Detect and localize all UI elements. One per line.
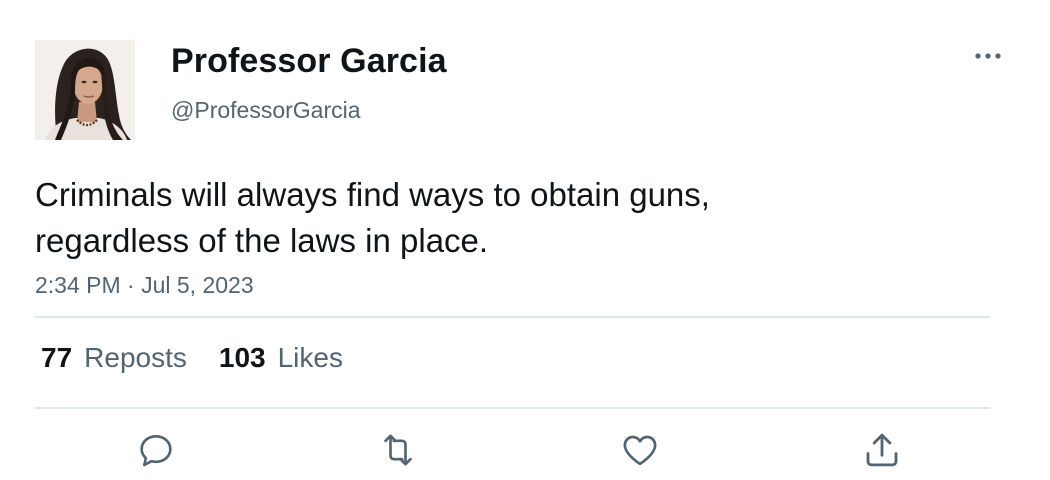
reposts-label: Reposts xyxy=(84,342,187,373)
heart-icon xyxy=(623,435,657,466)
like-button[interactable] xyxy=(618,428,662,472)
tweet-timestamp[interactable]: 2:34 PM · Jul 5, 2023 xyxy=(35,272,254,299)
reply-button[interactable] xyxy=(134,428,178,472)
tweet-text: Criminals will always find ways to obtai… xyxy=(35,176,710,259)
reposts-stat[interactable]: 77 Reposts xyxy=(41,342,187,374)
avatar[interactable] xyxy=(35,40,135,140)
likes-count: 103 xyxy=(218,342,266,373)
likes-stat[interactable]: 103 Likes xyxy=(219,342,343,374)
author-display-name[interactable]: Professor Garcia xyxy=(171,42,447,81)
likes-label: Likes xyxy=(277,342,343,373)
share-button[interactable] xyxy=(860,428,904,472)
more-options-button[interactable] xyxy=(970,42,1006,70)
repost-button[interactable] xyxy=(376,428,420,472)
engagement-stats: 77 Reposts 103 Likes xyxy=(41,342,343,374)
share-icon xyxy=(866,433,898,467)
author-handle[interactable]: @ProfessorGarcia xyxy=(171,97,361,124)
tweet-card: Professor Garcia @ProfessorGarcia Crimin… xyxy=(0,0,1050,480)
divider xyxy=(35,316,990,318)
more-horizontal-icon xyxy=(975,53,1001,59)
reply-icon xyxy=(140,435,172,467)
repost-icon xyxy=(384,434,412,466)
divider xyxy=(35,407,990,409)
reposts-count: 77 xyxy=(41,342,73,373)
